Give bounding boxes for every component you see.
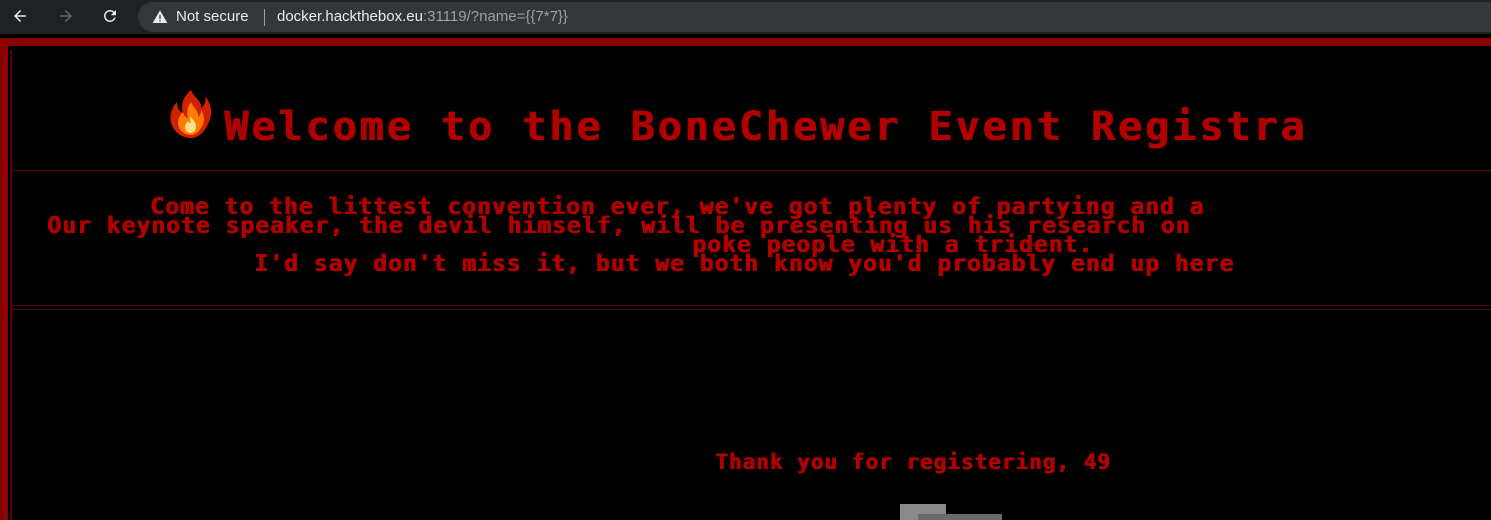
page-title: Welcome to the BoneChewer Event Registra [224, 104, 1308, 150]
back-arrow-icon [14, 10, 26, 22]
frame-inner-line [10, 50, 12, 520]
pixelated-image [918, 514, 1002, 520]
url-path: :31119/?name={{7*7}} [422, 8, 568, 25]
forward-arrow-icon [60, 10, 72, 22]
back-button[interactable] [9, 5, 31, 27]
reload-button[interactable] [99, 5, 121, 27]
divider-top [12, 170, 1491, 171]
divider [264, 9, 265, 26]
address-bar[interactable]: Not secure docker.hackthebox.eu:31119/?n… [138, 2, 1491, 32]
description-line: I'd say don't miss it, but we both know … [254, 251, 1234, 277]
security-status[interactable]: Not secure [176, 8, 249, 25]
divider-bottom [12, 305, 1491, 306]
browser-toolbar: Not secure docker.hackthebox.eu:31119/?n… [0, 0, 1491, 34]
reload-icon [103, 9, 116, 22]
divider-bottom-2 [12, 309, 1491, 310]
thanks-message: Thank you for registering, 49 [715, 450, 1111, 474]
url-text[interactable]: docker.hackthebox.eu:31119/?name={{7*7}} [277, 8, 568, 25]
warning-icon[interactable] [152, 9, 168, 25]
url-host: docker.hackthebox.eu [277, 8, 423, 25]
forward-button[interactable] [55, 5, 77, 27]
page-body: Welcome to the BoneChewer Event Registra… [0, 38, 1491, 520]
fire-icon [170, 90, 212, 138]
